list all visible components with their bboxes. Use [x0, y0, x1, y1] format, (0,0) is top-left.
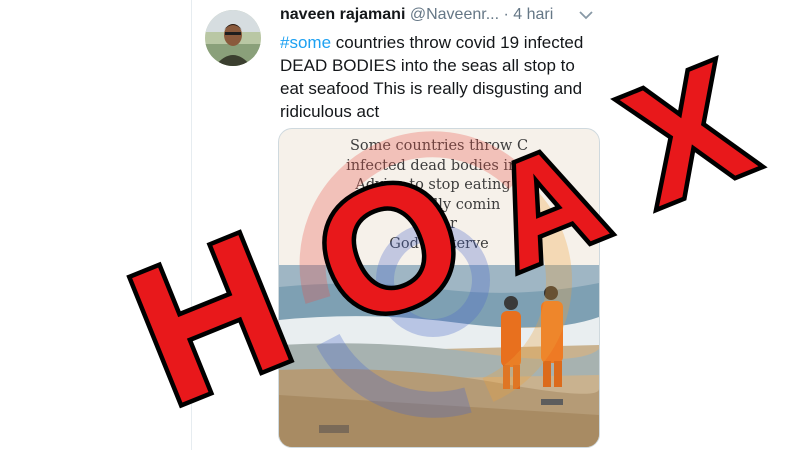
hoax-overlay: H O A X [100, 23, 777, 450]
hoax-letter: H [104, 191, 316, 446]
hoax-letter: O [290, 133, 489, 365]
hoax-letter: X [602, 28, 773, 240]
hoax-letter: A [467, 111, 625, 300]
